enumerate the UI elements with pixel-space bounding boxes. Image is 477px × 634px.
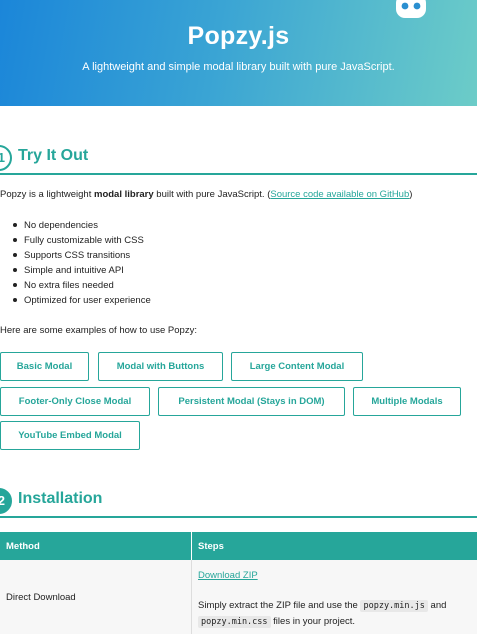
section-divider bbox=[0, 516, 477, 518]
list-item: No extra files needed bbox=[12, 280, 151, 295]
column-header-steps: Steps bbox=[198, 541, 224, 552]
intro-paragraph: Popzy is a lightweight modal library bui… bbox=[0, 189, 412, 200]
list-item: Fully customizable with CSS bbox=[12, 235, 151, 250]
section-divider bbox=[0, 173, 477, 175]
hero-header: Popzy.js A lightweight and simple modal … bbox=[0, 0, 477, 106]
section-title: Installation bbox=[18, 490, 103, 507]
try-it-out-heading: 1 Try It Out bbox=[0, 145, 477, 175]
robot-icon bbox=[396, 0, 426, 18]
column-header-method: Method bbox=[6, 541, 40, 552]
installation-table: Method Steps Direct Download Download ZI… bbox=[0, 532, 477, 634]
installation-heading: 2 Installation bbox=[0, 488, 477, 518]
list-item: Supports CSS transitions bbox=[12, 250, 151, 265]
page-title: Popzy.js bbox=[187, 22, 290, 50]
persistent-modal-button[interactable]: Persistent Modal (Stays in DOM) bbox=[158, 387, 345, 416]
examples-text: Here are some examples of how to use Pop… bbox=[0, 325, 197, 336]
table-row: Direct Download Download ZIP Simply extr… bbox=[0, 560, 477, 634]
intro-bold-text: modal library bbox=[94, 189, 154, 200]
footer-only-close-modal-button[interactable]: Footer-Only Close Modal bbox=[0, 387, 150, 416]
steps-text: Simply extract the ZIP file and use the bbox=[198, 600, 361, 611]
multiple-modals-button[interactable]: Multiple Modals bbox=[353, 387, 461, 416]
intro-text-end: ) bbox=[409, 189, 413, 200]
section-title: Try It Out bbox=[18, 147, 89, 164]
column-divider bbox=[191, 560, 192, 634]
code-snippet: popzy.min.js bbox=[360, 600, 428, 612]
youtube-embed-modal-button[interactable]: YouTube Embed Modal bbox=[0, 421, 140, 450]
basic-modal-button[interactable]: Basic Modal bbox=[0, 352, 89, 381]
steps-text: and bbox=[427, 600, 447, 611]
page-subtitle: A lightweight and simple modal library b… bbox=[82, 61, 395, 73]
list-item: Optimized for user experience bbox=[12, 295, 151, 310]
modal-with-buttons-button[interactable]: Modal with Buttons bbox=[98, 352, 223, 381]
method-cell: Direct Download bbox=[6, 592, 76, 603]
section-number-icon: 1 bbox=[0, 145, 12, 171]
code-snippet: popzy.min.css bbox=[198, 616, 271, 628]
list-item: Simple and intuitive API bbox=[12, 265, 151, 280]
list-item: No dependencies bbox=[12, 220, 151, 235]
column-divider bbox=[191, 532, 192, 560]
steps-text: files in your project. bbox=[270, 616, 356, 627]
steps-cell-text: Simply extract the ZIP file and use the … bbox=[198, 598, 468, 630]
intro-text-middle: built with pure JavaScript. ( bbox=[153, 189, 271, 200]
feature-list: No dependencies Fully customizable with … bbox=[12, 220, 151, 310]
large-content-modal-button[interactable]: Large Content Modal bbox=[231, 352, 363, 381]
download-zip-link[interactable]: Download ZIP bbox=[198, 570, 258, 581]
section-number-icon: 2 bbox=[0, 488, 12, 514]
github-source-link[interactable]: Source code available on GitHub bbox=[270, 189, 409, 200]
table-header: Method Steps bbox=[0, 532, 477, 560]
intro-text: Popzy is a lightweight bbox=[0, 189, 94, 200]
